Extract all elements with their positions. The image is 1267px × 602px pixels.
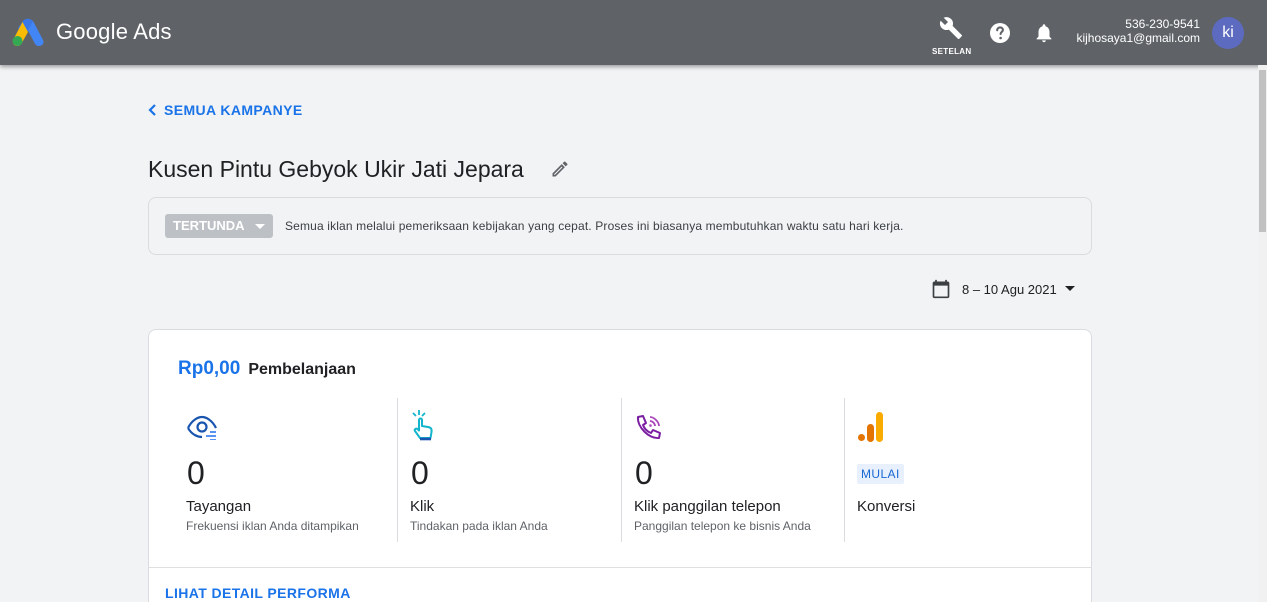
caret-down-icon [254,224,265,229]
date-range-label: 8 – 10 Agu 2021 [962,281,1057,297]
status-label: TERTUNDA [173,218,245,233]
metric-divider [844,398,845,542]
metric-value: 0 [411,455,429,491]
metric-conversions: MULAI Konversi [857,398,1057,542]
spend-summary: Rp0,00 Pembelanjaan [178,358,356,380]
date-range-picker[interactable]: 8 – 10 Agu 2021 [931,279,1075,299]
metric-name: Konversi [857,498,916,515]
metric-description: Panggilan telepon ke bisnis Anda [634,519,811,533]
settings-button[interactable]: SETELAN [932,16,972,56]
back-link-label: SEMUA KAMPANYE [164,102,303,118]
metric-description: Tindakan pada iklan Anda [410,519,548,533]
wrench-icon [939,17,962,39]
card-divider [149,567,1091,568]
phone-call-icon [634,412,664,447]
help-button[interactable] [988,21,1012,50]
avatar[interactable]: ki [1212,17,1244,49]
tap-icon [410,410,440,447]
caret-down-icon [1064,286,1075,291]
notifications-button[interactable] [1033,21,1055,50]
metric-divider [621,398,622,542]
campaign-summary-card: Rp0,00 Pembelanjaan 0 Tayangan Frekuensi… [148,329,1092,602]
top-app-bar: Google Ads SETELAN 536-230-9541 kijhosay… [0,0,1267,65]
metric-name: Klik panggilan telepon [634,498,781,515]
metric-value: 0 [635,455,653,491]
product-name: Google Ads [56,19,172,44]
calendar-icon [932,279,950,299]
pencil-icon [552,161,568,177]
account-id: 536-230-9541 [1125,17,1200,31]
spend-label: Pembelanjaan [248,361,356,378]
account-info[interactable]: 536-230-9541 kijhosaya1@gmail.com [1076,17,1200,46]
metric-clicks: 0 Klik Tindakan pada iklan Anda [410,398,610,542]
eye-icon [186,412,218,445]
edit-title-button[interactable] [550,159,570,184]
metric-phone-calls: 0 Klik panggilan telepon Panggilan telep… [634,398,834,542]
back-to-all-campaigns-link[interactable]: SEMUA KAMPANYE [148,102,303,118]
chevron-left-icon [148,104,156,116]
metric-name: Tayangan [186,498,252,515]
metric-description: Frekuensi iklan Anda ditampikan [186,519,359,533]
metric-value: 0 [187,455,205,491]
status-dropdown[interactable]: TERTUNDA [165,214,273,238]
settings-label: SETELAN [932,47,972,56]
google-ads-logo[interactable] [12,18,44,47]
analytics-icon [857,412,887,447]
start-conversion-tracking-badge[interactable]: MULAI [857,464,904,484]
metric-name: Klik [410,498,435,515]
status-message: Semua iklan melalui pemeriksaan kebijaka… [285,219,904,233]
view-performance-details-link[interactable]: LIHAT DETAIL PERFORMA [165,585,351,601]
help-icon [990,23,1010,43]
page-title: Kusen Pintu Gebyok Ukir Jati Jepara [148,156,524,182]
account-email: kijhosaya1@gmail.com [1076,31,1200,45]
campaign-status-banner: TERTUNDA Semua iklan melalui pemeriksaan… [148,197,1092,255]
google-ads-logo-icon [12,18,44,46]
metric-impressions: 0 Tayangan Frekuensi iklan Anda ditampik… [186,398,386,542]
spend-value: Rp0,00 [178,358,241,379]
page-scrollbar[interactable] [1258,65,1267,602]
metric-divider [397,398,398,542]
scrollbar-thumb[interactable] [1259,70,1266,232]
bell-icon [1036,24,1052,43]
